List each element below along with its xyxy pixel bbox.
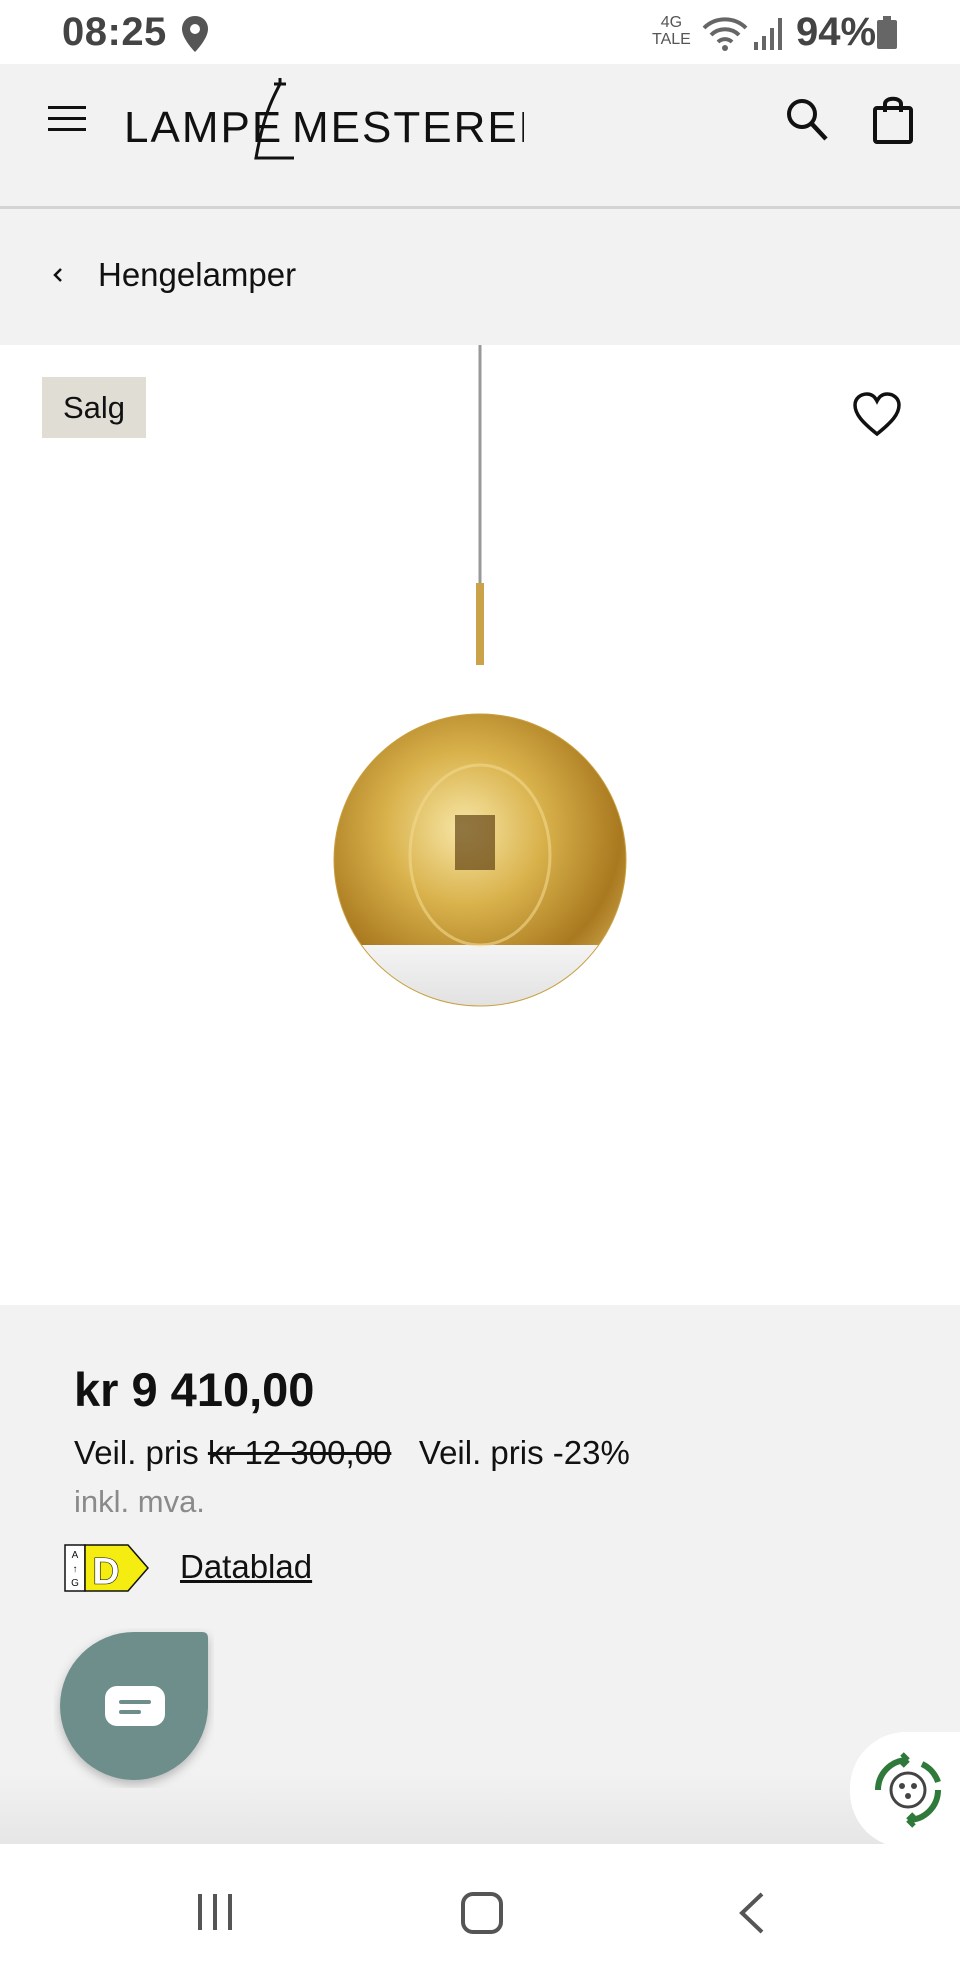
product-image[interactable] — [320, 345, 640, 1025]
battery-percent: 94% — [796, 10, 877, 54]
network-type: 4G TALE — [652, 14, 691, 48]
old-price: kr 12 300,00 — [207, 1434, 392, 1471]
breadcrumb-link[interactable]: Hengelamper — [98, 256, 296, 294]
home-icon[interactable] — [460, 1890, 504, 1936]
chat-icon[interactable] — [54, 1628, 214, 1788]
svg-text:MESTEREN: MESTEREN — [292, 103, 524, 152]
energy-scale-top: A — [72, 1550, 79, 1561]
menu-icon[interactable] — [46, 104, 88, 134]
signal-icon — [754, 18, 782, 50]
recommended-price-row: Veil. pris kr 12 300,00 Veil. pris -23% — [74, 1434, 630, 1472]
recent-apps-icon[interactable] — [194, 1892, 236, 1932]
energy-class: D — [92, 1551, 119, 1592]
recommended-price-label: Veil. pris — [74, 1434, 199, 1471]
logo[interactable]: LAMPE MESTEREN — [124, 72, 524, 164]
vat-note: inkl. mva. — [74, 1484, 205, 1519]
back-icon[interactable] — [736, 1890, 768, 1936]
search-icon[interactable] — [784, 96, 830, 144]
status-time: 08:25 — [62, 10, 167, 54]
location-icon — [182, 16, 208, 52]
heart-icon[interactable] — [852, 392, 902, 438]
datasheet-link[interactable]: Datablad — [180, 1548, 312, 1586]
svg-text:↑: ↑ — [73, 1564, 78, 1575]
recycle-icon[interactable] — [866, 1748, 950, 1832]
battery-icon — [877, 16, 897, 49]
sale-badge: Salg — [42, 377, 146, 438]
chevron-left-icon[interactable] — [48, 262, 68, 288]
wifi-icon — [702, 17, 748, 51]
discount-label: Veil. pris -23% — [418, 1434, 630, 1471]
energy-scale-bottom: G — [71, 1578, 79, 1589]
product-price: kr 9 410,00 — [74, 1363, 315, 1416]
cart-icon[interactable] — [870, 94, 916, 144]
energy-label-icon[interactable]: A ↑ G D — [64, 1544, 150, 1592]
